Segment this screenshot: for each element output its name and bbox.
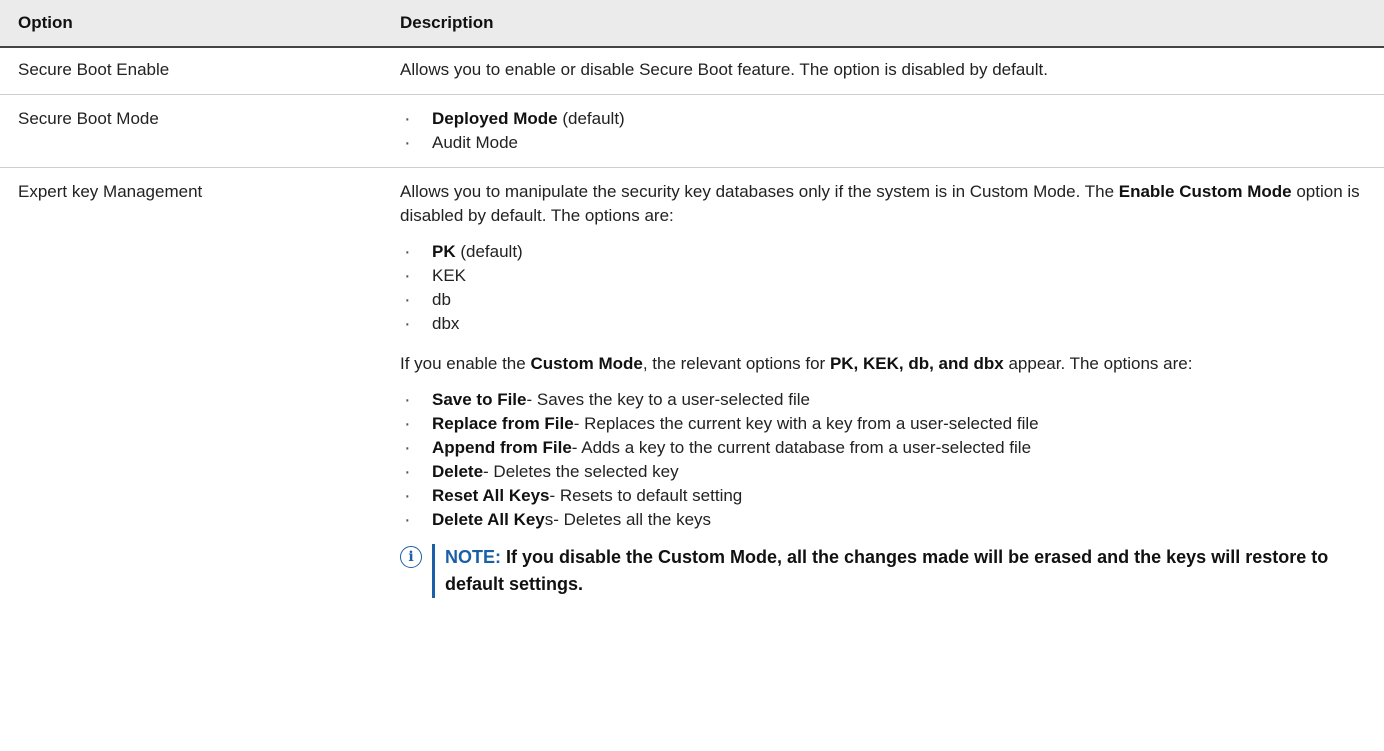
note-text: NOTE: If you disable the Custom Mode, al… — [445, 547, 1329, 594]
table-header-row: Option Description — [0, 0, 1384, 48]
mode-list: Deployed Mode (default) Audit Mode — [400, 107, 1384, 155]
option-cell: Secure Boot Mode — [0, 94, 382, 168]
options-table: Option Description Secure Boot Enable Al… — [0, 0, 1384, 610]
intro-paragraph: Allows you to manipulate the security ke… — [400, 182, 1360, 225]
list-item: Delete- Deletes the selected key — [400, 460, 1384, 484]
list-item: Append from File- Adds a key to the curr… — [400, 436, 1384, 460]
key-list: PK (default) KEK db dbx — [400, 240, 1384, 336]
list-item: KEK — [400, 264, 1384, 288]
option-cell: Expert key Management — [18, 182, 203, 201]
table-row: Secure Boot Enable Allows you to enable … — [0, 47, 1384, 95]
list-item: Delete All Keys- Deletes all the keys — [400, 508, 1384, 532]
list-item: db — [400, 288, 1384, 312]
note-divider — [432, 544, 435, 598]
list-item: PK (default) — [400, 240, 1384, 264]
list-item: Deployed Mode (default) — [400, 107, 1384, 131]
table-row: Expert key Management Allows you to mani… — [0, 168, 1384, 611]
description-cell: Allows you to enable or disable Secure B… — [382, 47, 1384, 95]
list-item: Replace from File- Replaces the current … — [400, 412, 1384, 436]
list-item: dbx — [400, 312, 1384, 336]
list-item: Save to File- Saves the key to a user-se… — [400, 388, 1384, 412]
header-description: Description — [382, 0, 1384, 48]
description-cell: Deployed Mode (default) Audit Mode — [382, 94, 1384, 168]
list-item: Audit Mode — [400, 131, 1384, 155]
description-cell: Allows you to manipulate the security ke… — [382, 168, 1384, 611]
note-callout: i NOTE: If you disable the Custom Mode, … — [400, 544, 1384, 598]
custom-mode-paragraph: If you enable the Custom Mode, the relev… — [400, 354, 1193, 373]
table-row: Secure Boot Mode Deployed Mode (default)… — [0, 94, 1384, 168]
header-option: Option — [0, 0, 382, 48]
info-icon: i — [400, 546, 422, 568]
option-cell: Secure Boot Enable — [0, 47, 382, 95]
list-item: Reset All Keys- Resets to default settin… — [400, 484, 1384, 508]
action-list: Save to File- Saves the key to a user-se… — [400, 388, 1384, 532]
